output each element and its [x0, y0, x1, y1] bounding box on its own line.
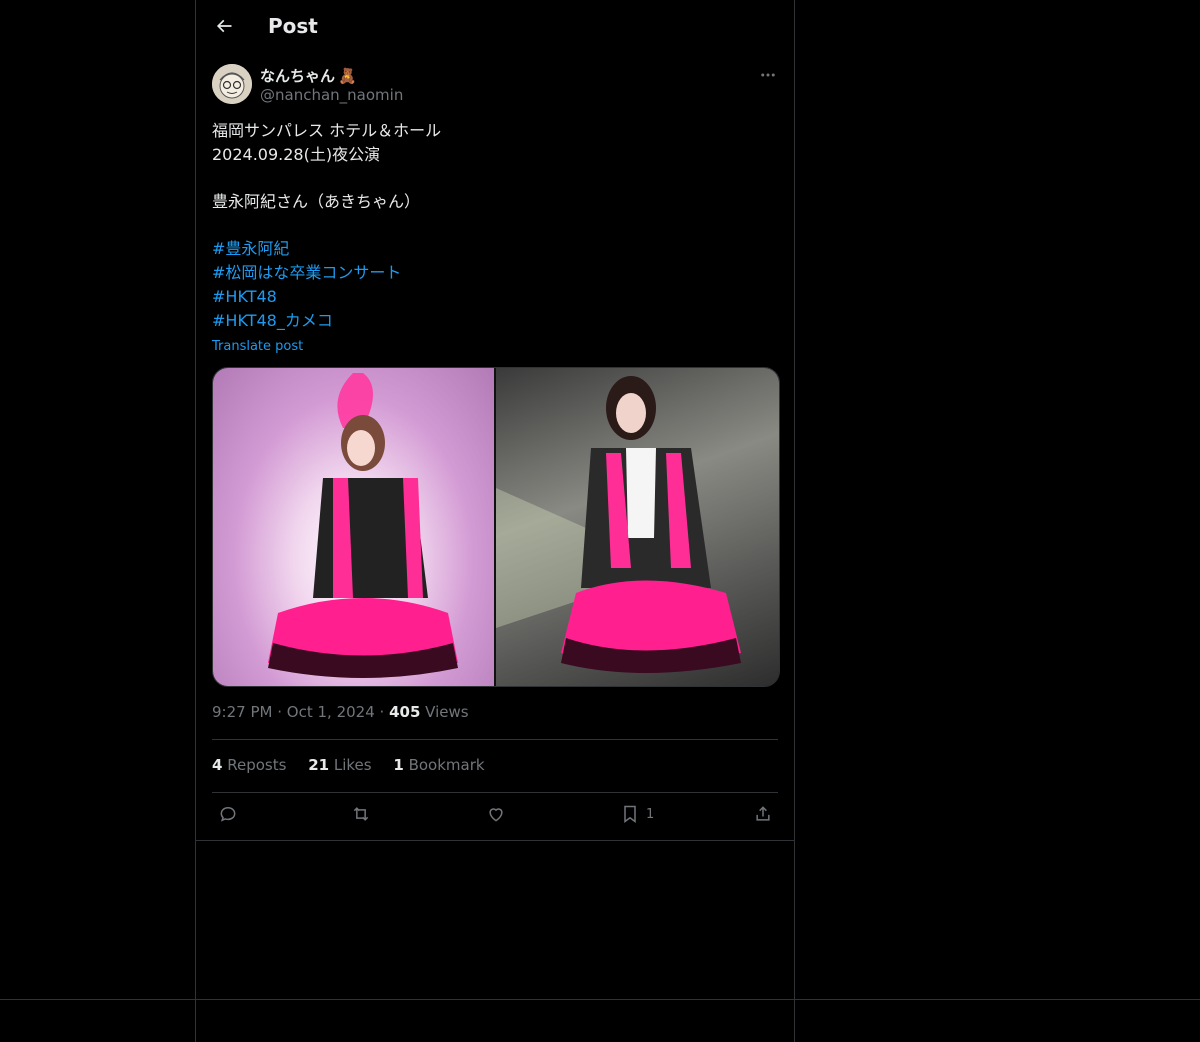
- like-icon: [489, 808, 503, 822]
- post-text: 福岡サンパレス ホテル＆ホール 2024.09.28(土)夜公演 豊永阿紀さん（…: [212, 119, 778, 333]
- like-button[interactable]: [486, 804, 506, 830]
- post-meta: 9:27 PM · Oct 1, 2024 · 405 Views: [212, 703, 469, 721]
- likes-stat[interactable]: 21 Likes: [308, 756, 371, 774]
- share-button[interactable]: [753, 804, 773, 830]
- post-line: 2024.09.28(土)夜公演: [212, 145, 381, 164]
- translate-post-link[interactable]: Translate post: [212, 339, 303, 354]
- more-icon: [761, 73, 775, 77]
- views-count: 405: [389, 703, 421, 721]
- bookmark-button[interactable]: 1: [620, 804, 654, 830]
- avatar[interactable]: [212, 64, 252, 104]
- post-stats: 4 Reposts 21 Likes 1 Bookmark: [212, 756, 502, 774]
- share-icon: [756, 806, 770, 821]
- post-line: 福岡サンパレス ホテル＆ホール: [212, 121, 442, 140]
- page-header: Post: [196, 0, 794, 54]
- bookmark-count: 1: [646, 806, 655, 822]
- more-button[interactable]: [756, 64, 780, 86]
- page-title: Post: [268, 14, 318, 38]
- back-button[interactable]: [210, 12, 238, 40]
- bear-emoji: 🧸: [338, 67, 357, 85]
- reply-icon: [220, 806, 236, 822]
- action-bar: 1: [196, 800, 794, 834]
- divider: [212, 792, 778, 793]
- media-grid: [212, 367, 780, 687]
- photo-2[interactable]: [496, 368, 779, 686]
- hashtag-link[interactable]: #HKT48_カメコ: [212, 309, 778, 333]
- hashtag-link[interactable]: #HKT48: [212, 285, 778, 309]
- reply-button[interactable]: [218, 804, 238, 830]
- main-column: Post なんちゃん 🧸 @nanchan_naomin 福岡サンパレス ホテル＆…: [195, 0, 795, 1042]
- repost-icon: [353, 807, 369, 821]
- hashtag-link[interactable]: #豊永阿紀: [212, 237, 778, 261]
- author-handle[interactable]: @nanchan_naomin: [260, 86, 403, 104]
- divider: [212, 739, 778, 740]
- author-name[interactable]: なんちゃん 🧸: [260, 65, 357, 86]
- bookmark-icon: [624, 805, 636, 823]
- post-time[interactable]: 9:27 PM: [212, 703, 272, 721]
- reposts-stat[interactable]: 4 Reposts: [212, 756, 286, 774]
- post-date[interactable]: Oct 1, 2024: [287, 703, 375, 721]
- repost-button[interactable]: [351, 804, 371, 830]
- views-label: Views: [425, 703, 469, 721]
- bottom-divider: [0, 999, 1200, 1000]
- back-arrow-icon: [216, 19, 232, 33]
- post-line: 豊永阿紀さん（あきちゃん）: [212, 192, 421, 211]
- bookmarks-stat[interactable]: 1 Bookmark: [393, 756, 484, 774]
- hashtag-link[interactable]: #松岡はな卒業コンサート: [212, 261, 778, 285]
- photo-1[interactable]: [213, 368, 494, 686]
- divider: [196, 840, 794, 841]
